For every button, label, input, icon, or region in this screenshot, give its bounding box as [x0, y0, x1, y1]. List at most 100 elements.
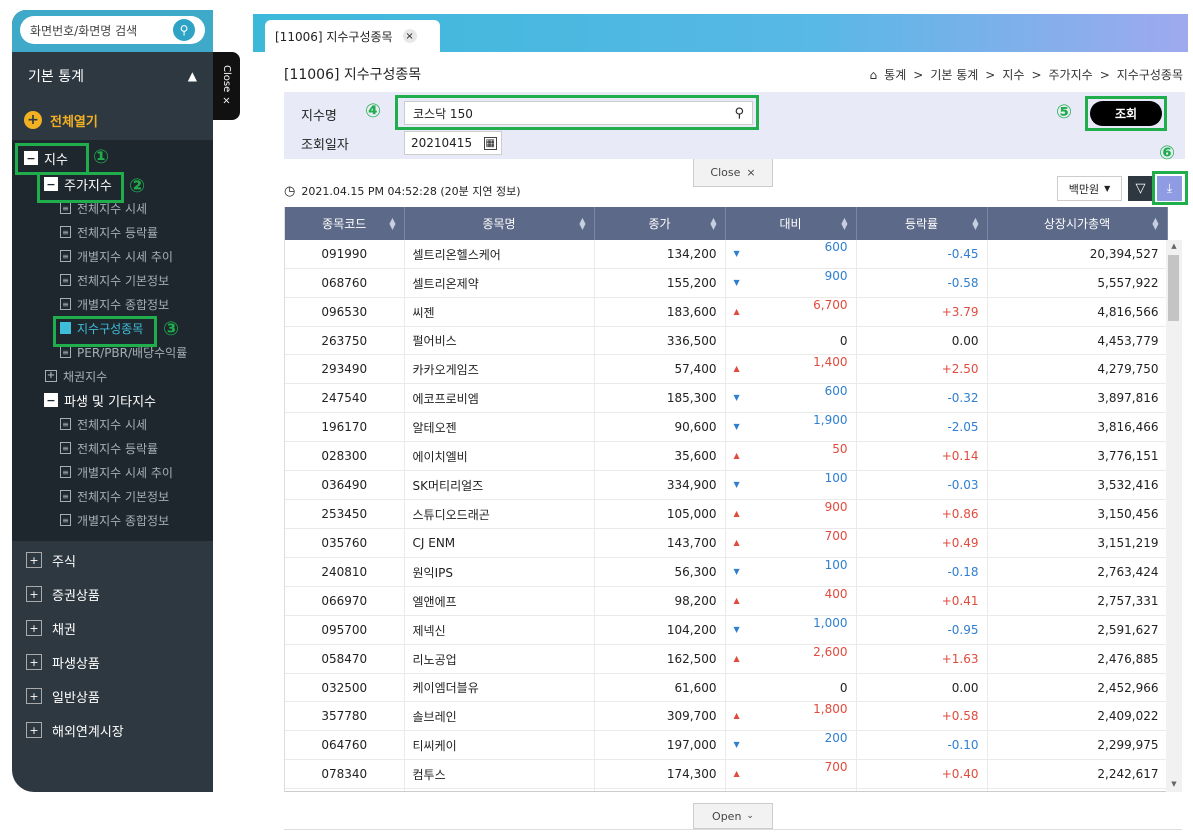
tree-leaf-item[interactable]: ≡ 전체지수 기본정보	[12, 268, 213, 292]
plus-circle-icon: +	[24, 111, 42, 129]
cell-mktcap: 2,233,648	[987, 788, 1168, 791]
sort-icon[interactable]: ▲ ▼	[1152, 217, 1158, 231]
tree-leaf-item[interactable]: ≡ 전체지수 등락률	[12, 220, 213, 244]
cell-rate: +0.41	[856, 586, 988, 616]
tree-leaf-item[interactable]: ≡ 전체지수 기본정보	[12, 484, 213, 508]
table-row[interactable]: 078340 컴투스 174,300 ▲ 700 +0.40 2,242,617	[285, 759, 1168, 789]
date-input[interactable]: 20210415 ▦	[404, 131, 502, 155]
menu-bond[interactable]: + 채권	[12, 611, 213, 645]
table-row[interactable]: 196170 알테오젠 90,600 ▼ 1,900 -2.05 3,816,466	[285, 412, 1168, 442]
tree-node-bond-index[interactable]: + 채권지수	[12, 364, 213, 388]
breadcrumb-item[interactable]: 지수구성종목	[1117, 66, 1183, 83]
sort-icon[interactable]: ▲ ▼	[579, 217, 585, 231]
home-icon[interactable]: ⌂	[870, 68, 878, 82]
sort-icon[interactable]: ▲ ▼	[972, 217, 978, 231]
sidebar-close-tab[interactable]: Close ×	[213, 52, 240, 120]
menu-overseas-market[interactable]: + 해외연계시장	[12, 713, 213, 747]
cell-code: 058470	[285, 644, 405, 674]
sidebar-section-header[interactable]: 기본 통계 ▲	[12, 52, 213, 100]
tree-leaf-item[interactable]: ≡ 개별지수 종합정보	[12, 292, 213, 316]
tree-leaf-item[interactable]: ≡ 개별지수 시세 추이	[12, 244, 213, 268]
menu-search-input[interactable]: 화면번호/화면명 검색 ⚲	[20, 16, 205, 44]
expand-icon[interactable]: +	[26, 552, 42, 568]
tree-node-deriv-index[interactable]: − 파생 및 기타지수	[12, 388, 213, 412]
filter-close-button[interactable]: Close ×	[693, 159, 773, 187]
table-row[interactable]: 035760 CJ ENM 143,700 ▲ 700 +0.49 3,151,219	[285, 528, 1168, 558]
cell-rate: +2.50	[856, 354, 988, 384]
cell-mktcap-value: 4,279,750	[1097, 362, 1159, 376]
cell-change: ▼ 600	[725, 240, 857, 269]
table-row[interactable]: 357780 솔브레인 309,700 ▲ 1,800 +0.58 2,409,022	[285, 701, 1168, 731]
expand-icon[interactable]: +	[26, 620, 42, 636]
column-header-code[interactable]: 종목코드 ▲ ▼	[285, 207, 405, 240]
open-all-label: 전체열기	[50, 114, 98, 130]
tree-leaf-item[interactable]: ≡ 전체지수 등락률	[12, 436, 213, 460]
collapse-icon[interactable]: −	[44, 393, 58, 407]
expand-icon[interactable]: +	[26, 586, 42, 602]
sort-icon[interactable]: ▲ ▼	[841, 217, 847, 231]
scrollbar-thumb[interactable]	[1168, 255, 1179, 321]
table-row[interactable]: 028300 에이치엘비 35,600 ▲ 50 +0.14 3,776,151	[285, 441, 1168, 471]
expand-icon[interactable]: +	[26, 722, 42, 738]
table-row[interactable]: 095700 제넥신 104,200 ▼ 1,000 -0.95 2,591,627	[285, 615, 1168, 645]
scroll-down-icon[interactable]: ▼	[1166, 780, 1182, 788]
menu-derivatives[interactable]: + 파생상품	[12, 645, 213, 679]
table-row[interactable]: 091990 셀트리온헬스케어 134,200 ▼ 600 -0.45 20,394,527	[285, 240, 1168, 269]
breadcrumb-item[interactable]: 주가지수	[1049, 66, 1093, 83]
cell-code-value: 096530	[321, 305, 368, 319]
breadcrumb-item[interactable]: 통계	[884, 66, 906, 83]
table-row[interactable]: 145020휴젤178,900 ▼ 4,100 -2.242,233,648	[285, 788, 1168, 791]
table-row[interactable]: 058470 리노공업 162,500 ▲ 2,600 +1.63 2,476,885	[285, 644, 1168, 674]
filter-open-button[interactable]: Open ⌄	[693, 803, 773, 829]
table-row[interactable]: 064760 티씨케이 197,000 ▼ 200 -0.10 2,299,975	[285, 730, 1168, 760]
expand-icon[interactable]: +	[26, 654, 42, 670]
table-row[interactable]: 032500 케이엠더블유 61,600 0 0.00 2,452,966	[285, 673, 1168, 702]
table-row[interactable]: 036490 SK머티리얼즈 334,900 ▼ 100 -0.03 3,532,416	[285, 470, 1168, 500]
calendar-icon[interactable]: ▦	[483, 136, 497, 150]
table-row[interactable]: 066970 엘앤에프 98,200 ▲ 400 +0.41 2,757,331	[285, 586, 1168, 616]
table-row[interactable]: 240810 원익IPS 56,300 ▼ 100 -0.18 2,763,424	[285, 557, 1168, 587]
table-scrollbar[interactable]: ▲ ▼	[1166, 240, 1182, 792]
filter-icon[interactable]: ▽	[1128, 176, 1153, 201]
table-row[interactable]: 247540 에코프로비엠 185,300 ▼ 600 -0.32 3,897,816	[285, 383, 1168, 413]
cell-name: 씨젠	[404, 297, 595, 327]
sort-icon[interactable]: ▲ ▼	[389, 217, 395, 231]
column-header-close[interactable]: 종가 ▲ ▼	[594, 207, 726, 240]
tree-leaf-label: 전체지수 기본정보	[77, 489, 170, 504]
menu-stock[interactable]: + 주식	[12, 543, 213, 577]
cell-code: 293490	[285, 354, 405, 384]
table-row[interactable]: 293490 카카오게임즈 57,400 ▲ 1,400 +2.50 4,279,750	[285, 354, 1168, 384]
breadcrumb-item[interactable]: 지수	[1002, 66, 1024, 83]
expand-icon[interactable]: +	[26, 688, 42, 704]
expand-icon[interactable]: +	[45, 370, 57, 382]
sort-icon[interactable]: ▲ ▼	[710, 217, 716, 231]
column-header-name[interactable]: 종목명 ▲ ▼	[404, 207, 595, 240]
search-icon[interactable]: ⚲	[173, 19, 195, 41]
chevron-right-icon: >	[1099, 67, 1110, 82]
tree-leaf-item[interactable]: ≡ 개별지수 종합정보	[12, 508, 213, 532]
menu-general-products[interactable]: + 일반상품	[12, 679, 213, 713]
cell-close: 334,900	[594, 470, 726, 500]
cell-mktcap-value: 2,299,975	[1097, 738, 1159, 752]
cell-rate: -0.32	[856, 383, 988, 413]
column-header-rate[interactable]: 등락률 ▲ ▼	[856, 207, 988, 240]
unit-select[interactable]: 백만원 ▼	[1057, 176, 1122, 201]
tree-leaf-item[interactable]: ≡ 전체지수 시세	[12, 412, 213, 436]
table-row[interactable]: 253450 스튜디오드래곤 105,000 ▲ 900 +0.86 3,150,456	[285, 499, 1168, 529]
scroll-up-icon[interactable]: ▲	[1166, 242, 1182, 250]
clock-icon: ◷	[284, 183, 296, 199]
table-row[interactable]: 263750 펄어비스 336,500 0 0.00 4,453,779	[285, 326, 1168, 355]
table-row[interactable]: 096530 씨젠 183,600 ▲ 6,700 +3.79 4,816,566	[285, 297, 1168, 327]
tree-leaf-item[interactable]: ≡ 개별지수 시세 추이	[12, 460, 213, 484]
menu-securities-products[interactable]: + 증권상품	[12, 577, 213, 611]
cell-name: 스튜디오드래곤	[404, 499, 595, 529]
open-all-button[interactable]: + 전체열기	[12, 100, 213, 140]
close-icon[interactable]: ×	[402, 29, 417, 43]
tab-11006[interactable]: [11006] 지수구성종목 ×	[265, 20, 440, 52]
triangle-down-icon: ▼	[733, 278, 740, 287]
column-header-mktcap[interactable]: 상장시가총액 ▲ ▼	[987, 207, 1168, 240]
column-header-change[interactable]: 대비 ▲ ▼	[725, 207, 857, 240]
chevron-up-icon[interactable]: ▲	[188, 69, 197, 83]
table-row[interactable]: 068760 셀트리온제약 155,200 ▼ 900 -0.58 5,557,922	[285, 268, 1168, 298]
breadcrumb-item[interactable]: 기본 통계	[930, 66, 978, 83]
